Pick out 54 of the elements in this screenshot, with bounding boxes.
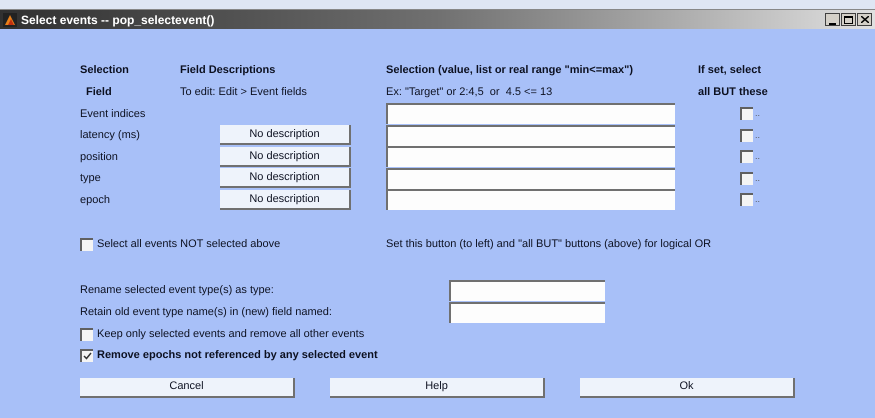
window-title: Select events -- pop_selectevent() [21, 12, 214, 28]
description-button[interactable]: No description [220, 168, 351, 188]
checkbox-label: .. [755, 150, 760, 163]
field-label: type [80, 171, 102, 186]
column-header: Field Descriptions [180, 62, 276, 78]
column-header: If set, select [698, 62, 761, 78]
input-field[interactable] [386, 146, 675, 168]
description-button[interactable]: No description [220, 125, 351, 146]
field-label: latency (ms) [80, 128, 141, 143]
checkbox-label: Select all events NOT selected above [97, 237, 280, 252]
maximize-button[interactable] [841, 13, 856, 26]
dialog-button[interactable]: Help [330, 378, 545, 398]
checkbox[interactable] [80, 348, 93, 362]
note-text: Set this button (to left) and "all BUT" buttons (above) for logical OR [386, 237, 712, 252]
minimize-button[interactable] [825, 13, 840, 26]
checkbox[interactable] [740, 107, 753, 120]
checkbox[interactable] [740, 128, 753, 142]
checkbox-label: Keep only selected events and remove all other events [97, 326, 364, 342]
input-field[interactable] [386, 124, 675, 146]
field-label: position [80, 150, 119, 164]
checkbox[interactable] [740, 172, 753, 185]
input-field[interactable] [386, 189, 675, 210]
checkbox-label: .. [755, 193, 760, 206]
checkbox[interactable] [80, 328, 93, 340]
hint-text: To edit: Edit > Event fields [180, 84, 308, 100]
close-button[interactable] [857, 13, 872, 26]
input-field[interactable] [449, 302, 605, 323]
input-field[interactable] [386, 103, 675, 124]
field-label: epoch [80, 192, 111, 208]
checkbox[interactable] [740, 193, 753, 206]
dialog-button[interactable]: Ok [580, 378, 795, 398]
field-label: Rename selected event type(s) as type: [80, 283, 275, 298]
checkbox-label: .. [755, 172, 760, 184]
maximize-icon [844, 16, 853, 24]
input-field[interactable] [449, 280, 605, 301]
dialog-button[interactable]: Cancel [80, 378, 295, 398]
column-header: all BUT these [698, 84, 768, 100]
column-header: Field [85, 84, 113, 100]
close-icon [860, 16, 868, 23]
description-button[interactable]: No description [220, 146, 351, 167]
column-header: Selection [80, 62, 130, 78]
column-header: Selection (value, list or real range "min<=max") [386, 62, 634, 78]
app-icon [3, 12, 17, 26]
checkbox-label: Remove epochs not referenced by any selected event [97, 348, 378, 363]
field-label: Retain old event type name(s) in (new) field named: [80, 305, 333, 320]
checkbox[interactable] [80, 238, 93, 251]
minimize-icon [829, 22, 836, 25]
checkbox-label: .. [755, 107, 760, 120]
hint-text: Ex: "Target" or 2:4,5 or 4.5 <= 13 [386, 84, 554, 100]
input-field[interactable] [386, 168, 675, 189]
checkbox-label: .. [755, 128, 760, 142]
checkbox[interactable] [740, 150, 753, 164]
description-button[interactable]: No description [220, 190, 351, 210]
field-label: Event indices [80, 106, 146, 122]
